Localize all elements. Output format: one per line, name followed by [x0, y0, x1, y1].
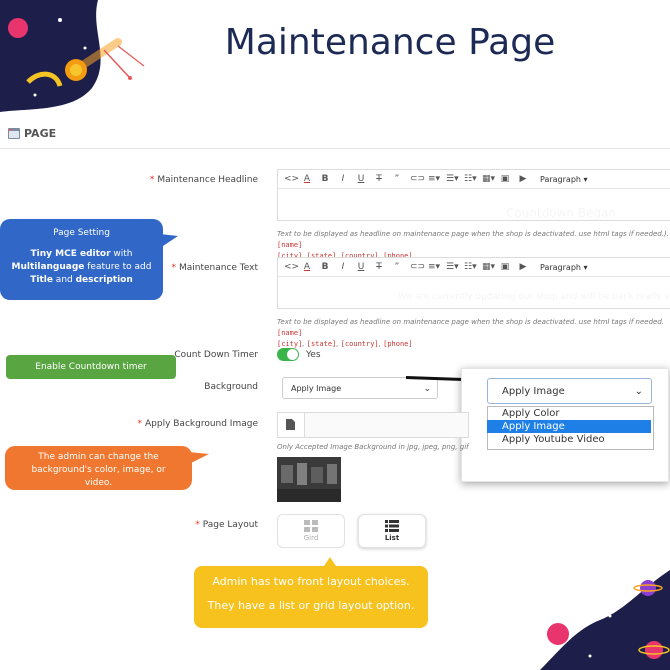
layout-label: * Page Layout	[195, 520, 258, 530]
font-color-icon[interactable]: A	[302, 174, 312, 184]
dropdown-select[interactable]: Apply Image ⌄	[487, 378, 652, 404]
image-icon[interactable]: ▣	[500, 262, 510, 272]
quote-icon[interactable]: ”	[392, 174, 402, 184]
layout-callout: Admin has two front layout choices. They…	[194, 566, 428, 628]
strikethrough-icon[interactable]: T	[374, 174, 384, 184]
layout-grid-label: Gird	[303, 534, 319, 542]
headline-content: Countdown Began	[506, 206, 617, 220]
bold-icon[interactable]: B	[320, 174, 330, 184]
admin-change-callout: The admin can change the background's co…	[5, 446, 192, 490]
text-content: We are currently updating our shop and w…	[398, 292, 670, 302]
background-select[interactable]: Apply Image ⌄	[282, 377, 438, 399]
headline-editor[interactable]: <> A B I U T ” ⊂⊃ ≡▾ ☰▾ ☷▾ ▦▾ ▣ ▶ Paragr…	[277, 169, 670, 221]
bg-image-hint: Only Accepted Image Background in jpg, j…	[277, 443, 469, 451]
align-icon[interactable]: ≡▾	[428, 174, 440, 184]
background-label: Background	[204, 382, 258, 392]
numbered-list-icon[interactable]: ☷▾	[464, 262, 477, 272]
bullet-list-icon[interactable]: ☰▾	[446, 262, 459, 272]
text-label: * Maintenance Text	[171, 263, 258, 273]
text-hint: Text to be displayed as headline on main…	[277, 318, 665, 348]
bg-image-upload[interactable]	[277, 412, 469, 438]
layout-list-label: List	[384, 534, 400, 542]
link-icon[interactable]: ⊂⊃	[410, 174, 425, 184]
underline-icon[interactable]: U	[356, 174, 366, 184]
countdown-toggle[interactable]	[277, 348, 299, 361]
panel-header: PAGE	[0, 120, 670, 149]
source-code-icon[interactable]: <>	[284, 262, 299, 272]
align-icon[interactable]: ≡▾	[428, 262, 440, 272]
bg-image-label: * Apply Background Image	[137, 419, 258, 429]
file-upload-button[interactable]	[278, 413, 305, 437]
video-icon[interactable]: ▶	[518, 174, 528, 184]
countdown-callout: Enable Countdown timer	[6, 355, 176, 379]
table-icon[interactable]: ▦▾	[482, 262, 495, 272]
page-setting-callout: Page Setting Tiny MCE editor with Multil…	[0, 219, 163, 300]
page-icon	[8, 128, 20, 139]
background-thumbnail	[277, 457, 341, 502]
bullet-list-icon[interactable]: ☰▾	[446, 174, 459, 184]
strikethrough-icon[interactable]: T	[374, 262, 384, 272]
grid-icon	[304, 520, 318, 532]
panel-label: PAGE	[24, 127, 57, 140]
space-decoration-bottom-right	[540, 570, 670, 670]
paragraph-select[interactable]: Paragraph ▾	[540, 175, 588, 184]
table-icon[interactable]: ▦▾	[482, 174, 495, 184]
dropdown-option-image[interactable]: Apply Image	[487, 420, 651, 433]
quote-icon[interactable]: ”	[392, 262, 402, 272]
video-icon[interactable]: ▶	[518, 262, 528, 272]
layout-list-button[interactable]: List	[358, 514, 426, 548]
page-title: Maintenance Page	[224, 22, 556, 63]
font-color-icon[interactable]: A	[302, 262, 312, 272]
source-code-icon[interactable]: <>	[284, 174, 299, 184]
numbered-list-icon[interactable]: ☷▾	[464, 174, 477, 184]
bold-icon[interactable]: B	[320, 262, 330, 272]
paragraph-select[interactable]: Paragraph ▾	[540, 263, 588, 272]
image-icon[interactable]: ▣	[500, 174, 510, 184]
page-setting-title: Page Setting	[53, 228, 110, 238]
countdown-value: Yes	[306, 350, 321, 360]
layout-grid-button[interactable]: Gird	[277, 514, 345, 548]
callout-pointer	[160, 234, 178, 248]
italic-icon[interactable]: I	[338, 262, 348, 272]
dropdown-option-color[interactable]: Apply Color	[487, 407, 651, 420]
callout-pointer	[189, 452, 209, 464]
link-icon[interactable]: ⊂⊃	[410, 262, 425, 272]
file-icon	[286, 419, 295, 430]
text-editor[interactable]: <> A B I U T ” ⊂⊃ ≡▾ ☰▾ ☷▾ ▦▾ ▣ ▶ Paragr…	[277, 257, 670, 309]
headline-label: * Maintenance Headline	[149, 175, 258, 185]
editor-toolbar: <> A B I U T ” ⊂⊃ ≡▾ ☰▾ ☷▾ ▦▾ ▣ ▶ Paragr…	[278, 170, 670, 189]
chevron-down-icon: ⌄	[634, 386, 643, 397]
chevron-down-icon: ⌄	[423, 384, 431, 394]
editor-toolbar: <> A B I U T ” ⊂⊃ ≡▾ ☰▾ ☷▾ ▦▾ ▣ ▶ Paragr…	[278, 258, 670, 277]
italic-icon[interactable]: I	[338, 174, 348, 184]
underline-icon[interactable]: U	[356, 262, 366, 272]
list-icon	[385, 520, 399, 532]
